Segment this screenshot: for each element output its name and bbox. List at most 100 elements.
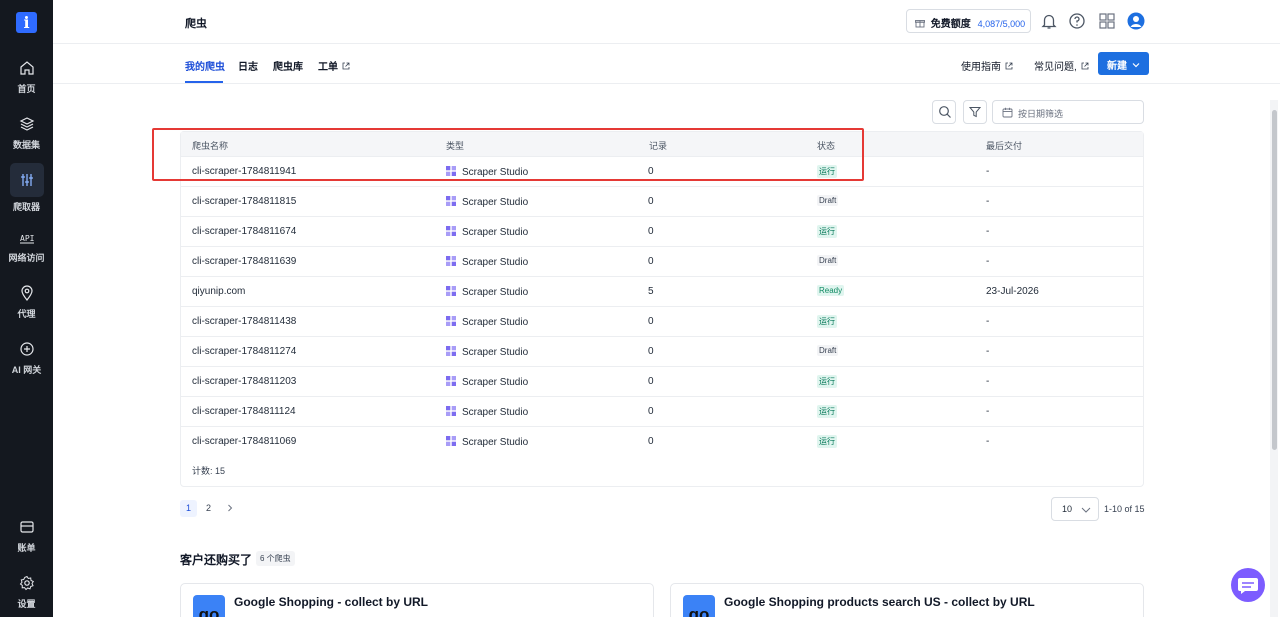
status-badge: Draft — [817, 345, 839, 356]
card-title: Google Shopping products search US - col… — [724, 595, 1035, 609]
cell-records: 0 — [648, 436, 654, 447]
cell-type-label: Scraper Studio — [462, 377, 529, 388]
location-pin-icon — [20, 285, 33, 301]
date-filter-input[interactable]: 按日期筛选 — [992, 100, 1144, 124]
scraper-studio-icon — [446, 406, 456, 416]
bell-icon[interactable] — [1040, 12, 1058, 30]
tab-logs[interactable]: 日志 — [238, 58, 258, 73]
next-page-button[interactable] — [221, 500, 238, 517]
card-thumbnail: go — [193, 595, 225, 617]
scrollbar-thumb[interactable] — [1272, 110, 1277, 450]
scraper-studio-icon — [446, 376, 456, 386]
user-avatar-icon[interactable] — [1127, 12, 1145, 30]
apps-grid-icon[interactable] — [1098, 12, 1116, 30]
guide-link[interactable]: 使用指南 — [961, 58, 1013, 73]
sidebar-item-ai-gateway[interactable]: AI 网关 — [0, 341, 53, 376]
cell-records: 0 — [648, 196, 654, 207]
status-badge: 运行 — [817, 375, 837, 388]
cell-scraper-name[interactable]: cli-scraper-1784811438 — [192, 316, 296, 327]
cell-scraper-name[interactable]: cli-scraper-1784811069 — [192, 436, 296, 447]
page-1-button[interactable]: 1 — [180, 500, 197, 517]
status-badge: 运行 — [817, 225, 837, 238]
brand-logo[interactable]: i — [16, 12, 37, 33]
sidebar-item-proxies[interactable]: 代理 — [0, 285, 53, 320]
cell-records: 5 — [648, 286, 654, 297]
table-row[interactable]: qiyunip.com Scraper Studio 5 Ready 23-Jul-20… — [181, 276, 1143, 306]
cell-last-delivery: - — [986, 406, 990, 417]
scraper-studio-icon — [446, 436, 456, 446]
cell-scraper-name[interactable]: cli-scraper-1784811203 — [192, 376, 296, 387]
scraper-icon — [20, 174, 33, 186]
chevron-down-icon — [1132, 63, 1140, 68]
table-row[interactable]: cli-scraper-1784811203 Scraper Studio 0 运行 - — [181, 366, 1143, 396]
tab-scraper-library[interactable]: 爬虫库 — [273, 58, 303, 73]
table-row[interactable]: cli-scraper-1784811438 Scraper Studio 0 运行 - — [181, 306, 1143, 336]
table-row[interactable]: cli-scraper-1784811069 Scraper Studio 0 运行 - — [181, 426, 1143, 456]
cell-scraper-name[interactable]: qiyunip.com — [192, 286, 245, 297]
cell-last-delivery: - — [986, 346, 990, 357]
credit-label: 免费额度 — [930, 19, 971, 30]
cell-scraper-name[interactable]: cli-scraper-1784811815 — [192, 196, 296, 207]
calendar-icon — [1002, 107, 1013, 118]
new-button-label: 新建 — [1107, 61, 1127, 72]
scraper-studio-icon — [446, 346, 456, 356]
page-size-select[interactable]: 10 — [1051, 497, 1099, 521]
related-card[interactable]: go Google Shopping - collect by URL — [180, 583, 654, 617]
chat-button[interactable] — [1231, 568, 1265, 602]
faq-link[interactable]: 常见问题, — [1034, 58, 1089, 73]
cell-type-label: Scraper Studio — [462, 227, 529, 238]
search-button[interactable] — [932, 100, 956, 124]
cell-type: Scraper Studio — [446, 226, 528, 238]
cell-last-delivery: - — [986, 196, 990, 207]
status-badge: 运行 — [817, 435, 837, 448]
cell-type: Scraper Studio — [446, 196, 528, 208]
cell-status: 运行 — [817, 315, 837, 328]
table-row[interactable]: cli-scraper-1784811274 Scraper Studio 0 Dra… — [181, 336, 1143, 366]
cell-status: 运行 — [817, 435, 837, 448]
scrapers-table: 爬虫名称 类型 记录 状态 最后交付 cli-scraper-178481194… — [180, 131, 1144, 487]
sidebar-item-home[interactable]: 首页 — [0, 60, 53, 95]
cell-type-label: Scraper Studio — [462, 437, 529, 448]
page-title: 爬虫 — [185, 18, 207, 30]
page-2-button[interactable]: 2 — [200, 500, 217, 517]
cell-scraper-name[interactable]: cli-scraper-1784811674 — [192, 226, 296, 237]
column-header-last-delivery[interactable]: 最后交付 — [986, 139, 1022, 152]
sidebar-item-label: AI 网关 — [11, 365, 42, 375]
status-badge: 运行 — [817, 315, 837, 328]
sidebar-item-scrapers[interactable]: 爬取器 — [0, 163, 53, 213]
sidebar: i 首页 数据集 爬取器 API 网络访问 代理 AI 网关 账单 设置 — [0, 0, 53, 617]
status-badge: Ready — [817, 285, 845, 296]
cell-scraper-name[interactable]: cli-scraper-1784811639 — [192, 256, 296, 267]
cell-status: Ready — [817, 285, 845, 296]
cell-scraper-name[interactable]: cli-scraper-1784811124 — [192, 406, 296, 417]
cell-status: 运行 — [817, 225, 837, 238]
sidebar-item-web-access[interactable]: API 网络访问 — [0, 229, 53, 264]
free-credit-indicator[interactable]: 免费额度 4,087/5,000 — [906, 9, 1031, 33]
filter-button[interactable] — [963, 100, 987, 124]
card-icon — [19, 521, 34, 533]
gift-icon — [915, 20, 925, 28]
table-row[interactable]: cli-scraper-1784811815 Scraper Studio 0 Dra… — [181, 186, 1143, 216]
cell-type: Scraper Studio — [446, 256, 528, 268]
cell-type: Scraper Studio — [446, 346, 528, 358]
cell-type-label: Scraper Studio — [462, 197, 529, 208]
related-card[interactable]: go Google Shopping products search US - … — [670, 583, 1144, 617]
cell-type: Scraper Studio — [446, 406, 528, 418]
sidebar-item-datasets[interactable]: 数据集 — [0, 116, 53, 151]
table-row[interactable]: cli-scraper-1784811674 Scraper Studio 0 运行 - — [181, 216, 1143, 246]
cell-scraper-name[interactable]: cli-scraper-1784811274 — [192, 346, 296, 357]
cell-last-delivery: 23-Jul-2026 — [986, 286, 1039, 297]
tab-tickets[interactable]: 工单 — [318, 58, 350, 73]
cell-type: Scraper Studio — [446, 376, 528, 388]
scraper-studio-icon — [446, 256, 456, 266]
sidebar-item-billing[interactable]: 账单 — [0, 519, 53, 554]
cell-type-label: Scraper Studio — [462, 257, 529, 268]
table-row[interactable]: cli-scraper-1784811639 Scraper Studio 0 Dra… — [181, 246, 1143, 276]
sidebar-item-settings[interactable]: 设置 — [0, 575, 53, 610]
help-icon[interactable] — [1068, 12, 1086, 30]
tab-my-scrapers[interactable]: 我的爬虫 — [185, 58, 225, 73]
cell-type-label: Scraper Studio — [462, 407, 529, 418]
new-button[interactable]: 新建 — [1098, 52, 1149, 75]
table-row[interactable]: cli-scraper-1784811124 Scraper Studio 0 运行 - — [181, 396, 1143, 426]
search-icon — [939, 106, 951, 118]
